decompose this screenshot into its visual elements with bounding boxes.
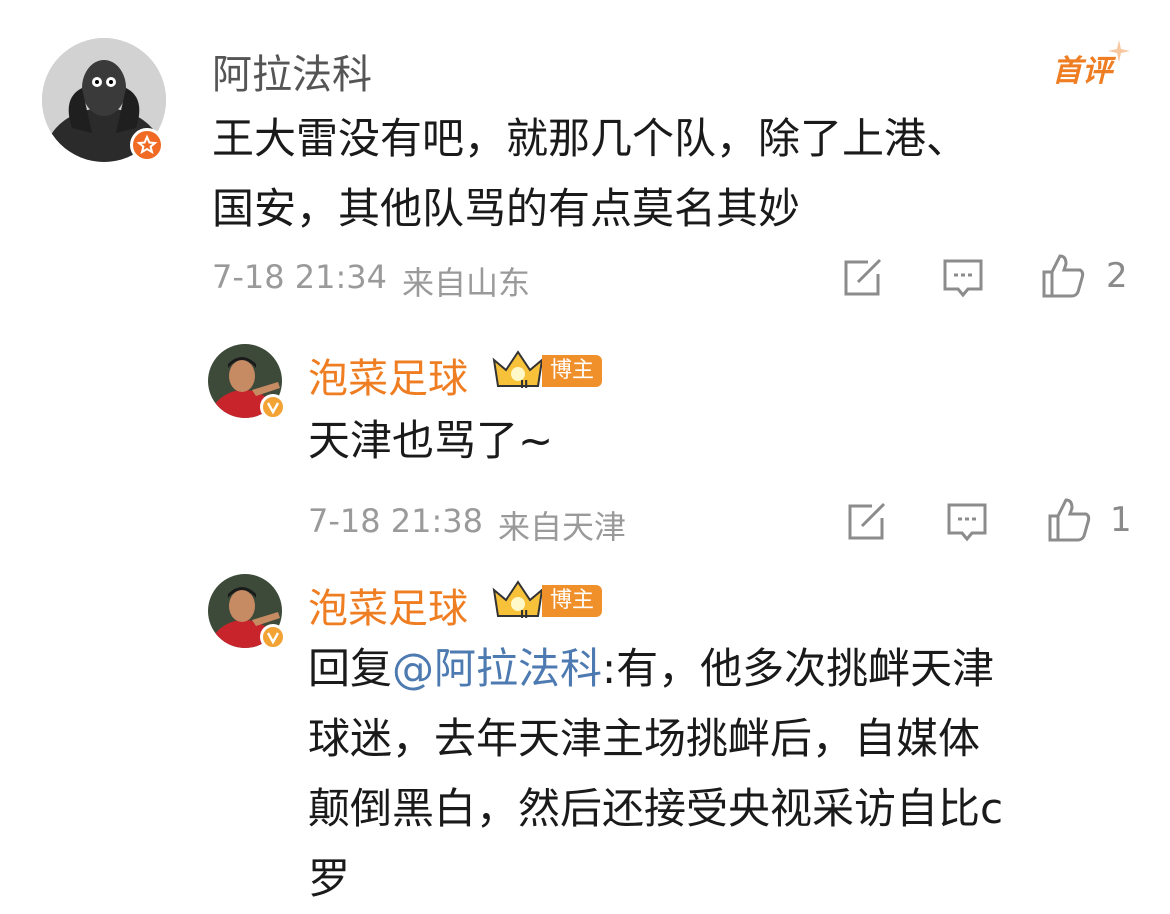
svg-text:II: II: [520, 608, 528, 621]
reply-time: 7-18 21:38: [308, 502, 484, 540]
first-comment-tag: 首评: [1052, 54, 1112, 89]
sparkle-icon: [1108, 40, 1130, 62]
svg-text:II: II: [520, 378, 528, 391]
verified-v-icon: [260, 394, 286, 420]
user-rank-badge-icon: [130, 128, 164, 162]
comment-username[interactable]: 阿拉法科: [212, 42, 372, 100]
like-icon[interactable]: [1046, 496, 1094, 544]
crown-level-icon: II: [492, 580, 544, 621]
comment-icon[interactable]: [946, 502, 988, 544]
reply-text: 回复@阿拉法科:有，他多次挑衅天津 球迷，去年天津主场挑衅后，自媒体 颠倒黑白，…: [308, 644, 1004, 903]
like-count: 1: [1110, 500, 1132, 540]
share-icon[interactable]: [846, 502, 888, 542]
comment-time: 7-18 21:34: [212, 258, 388, 296]
comment-icon[interactable]: [942, 258, 984, 300]
reply-username[interactable]: 泡菜足球: [308, 576, 468, 634]
blogger-badge: 博主: [542, 585, 603, 617]
share-icon[interactable]: [842, 258, 884, 298]
mention-link[interactable]: @阿拉法科: [392, 644, 602, 693]
comment-location: 来自山东: [402, 264, 531, 302]
blogger-badge: 博主: [542, 355, 603, 387]
like-count: 2: [1106, 256, 1128, 296]
like-icon[interactable]: [1040, 252, 1088, 300]
reply-location: 来自天津: [498, 508, 627, 546]
comment-text: 王大雷没有吧，就那几个队，除了上港、 国安，其他队骂的有点莫名其妙: [212, 114, 969, 233]
crown-level-icon: II: [492, 350, 544, 391]
reply-username[interactable]: 泡菜足球: [308, 346, 468, 404]
reply-text: 天津也骂了~: [308, 416, 554, 465]
verified-v-icon: [260, 624, 286, 650]
